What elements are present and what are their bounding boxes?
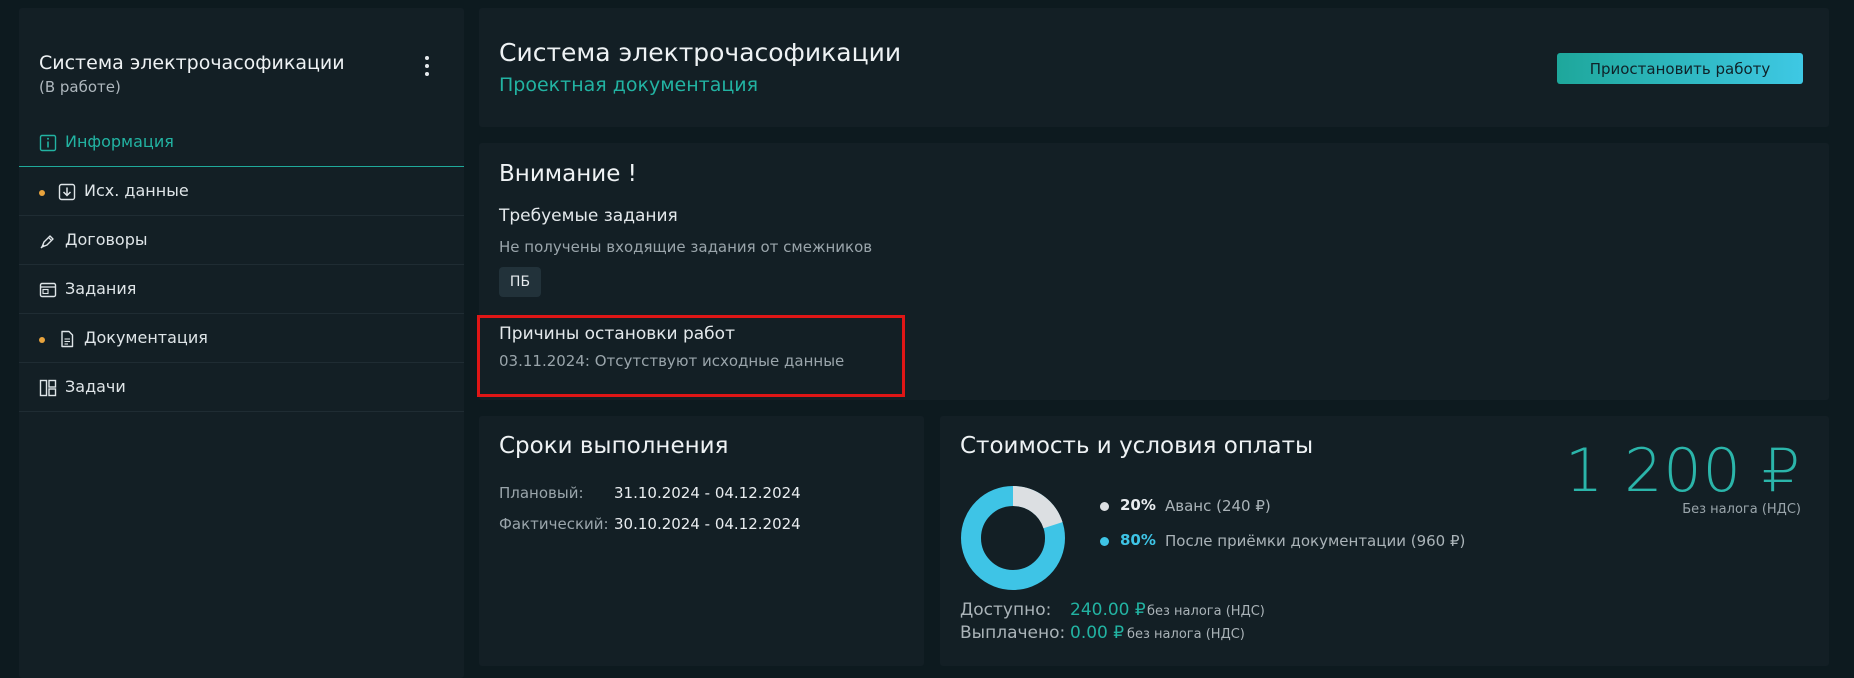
document-icon bbox=[61, 330, 74, 348]
sidebar-item-source-data[interactable]: Исх. данные bbox=[19, 168, 464, 216]
status-dot bbox=[39, 337, 45, 343]
sidebar-item-contracts[interactable]: Договоры bbox=[19, 217, 464, 265]
attention-panel: Внимание ! Требуемые задания Не получены… bbox=[477, 143, 1829, 400]
info-icon bbox=[39, 134, 57, 152]
actual-dates: 30.10.2024 - 04.12.2024 bbox=[614, 515, 801, 533]
sidebar-item-label: Информация bbox=[65, 132, 174, 151]
available-note: без налога (НДС) bbox=[1147, 604, 1265, 619]
page-subtitle[interactable]: Проектная документация bbox=[499, 74, 758, 96]
window-icon bbox=[39, 282, 57, 298]
legend-text-advance: Аванс (240 ₽) bbox=[1165, 497, 1271, 515]
required-tasks-message: Не получены входящие задания от смежнико… bbox=[499, 238, 873, 256]
deadlines-panel: Сроки выполнения Плановый: 31.10.2024 - … bbox=[479, 416, 924, 666]
sidebar-item-info[interactable]: Информация bbox=[19, 119, 464, 167]
page-header: Система электрочасофикации Проектная док… bbox=[479, 8, 1829, 127]
project-title: Система электрочасофикации bbox=[39, 52, 345, 74]
deadlines-title: Сроки выполнения bbox=[499, 433, 729, 459]
download-icon bbox=[58, 183, 76, 201]
page-title: Система электрочасофикации bbox=[499, 38, 902, 67]
more-options-icon[interactable] bbox=[415, 54, 439, 78]
amount-tax-note: Без налога (НДС) bbox=[1682, 502, 1801, 517]
sidebar-item-tasks[interactable]: Задания bbox=[19, 266, 464, 314]
sidebar-item-label: Документация bbox=[84, 328, 208, 347]
legend-pct-advance: 20% bbox=[1120, 496, 1156, 514]
layout-icon bbox=[39, 379, 57, 397]
sidebar-item-label: Задания bbox=[65, 279, 137, 298]
status-dot bbox=[39, 190, 45, 196]
paid-note: без налога (НДС) bbox=[1127, 627, 1245, 642]
planned-dates: 31.10.2024 - 04.12.2024 bbox=[614, 484, 801, 502]
legend-pct-after: 80% bbox=[1120, 531, 1156, 549]
discipline-chip[interactable]: ПБ bbox=[499, 267, 541, 297]
pen-icon bbox=[40, 235, 54, 249]
project-status: (В работе) bbox=[39, 78, 121, 96]
sidebar: Система электрочасофикации (В работе) Ин… bbox=[19, 8, 464, 678]
payment-donut-chart bbox=[961, 486, 1065, 590]
attention-title: Внимание ! bbox=[499, 161, 637, 187]
payment-title: Стоимость и условия оплаты bbox=[960, 433, 1314, 459]
required-tasks-title: Требуемые задания bbox=[499, 206, 678, 226]
paid-label: Выплачено: bbox=[960, 623, 1066, 643]
legend-dot-after bbox=[1100, 537, 1109, 546]
available-label: Доступно: bbox=[960, 600, 1052, 620]
sidebar-item-label: Договоры bbox=[65, 230, 148, 249]
pause-work-button[interactable]: Приостановить работу bbox=[1557, 53, 1803, 84]
actual-label: Фактический: bbox=[499, 515, 609, 533]
legend-text-after: После приёмки документации (960 ₽) bbox=[1165, 532, 1466, 550]
planned-label: Плановый: bbox=[499, 484, 584, 502]
sidebar-item-documentation[interactable]: Документация bbox=[19, 315, 464, 363]
sidebar-item-label: Задачи bbox=[65, 377, 126, 396]
stop-reasons-title: Причины остановки работ bbox=[499, 324, 735, 344]
stop-reason-text: 03.11.2024: Отсутствуют исходные данные bbox=[499, 352, 845, 370]
payment-panel: Стоимость и условия оплаты 1 200 ₽ Без н… bbox=[940, 416, 1829, 666]
total-amount: 1 200 ₽ bbox=[1564, 436, 1801, 506]
paid-value: 0.00 ₽ bbox=[1070, 623, 1125, 643]
sidebar-item-todo[interactable]: Задачи bbox=[19, 364, 464, 412]
legend-dot-advance bbox=[1100, 502, 1109, 511]
sidebar-item-label: Исх. данные bbox=[84, 181, 189, 200]
available-value: 240.00 ₽ bbox=[1070, 600, 1146, 620]
